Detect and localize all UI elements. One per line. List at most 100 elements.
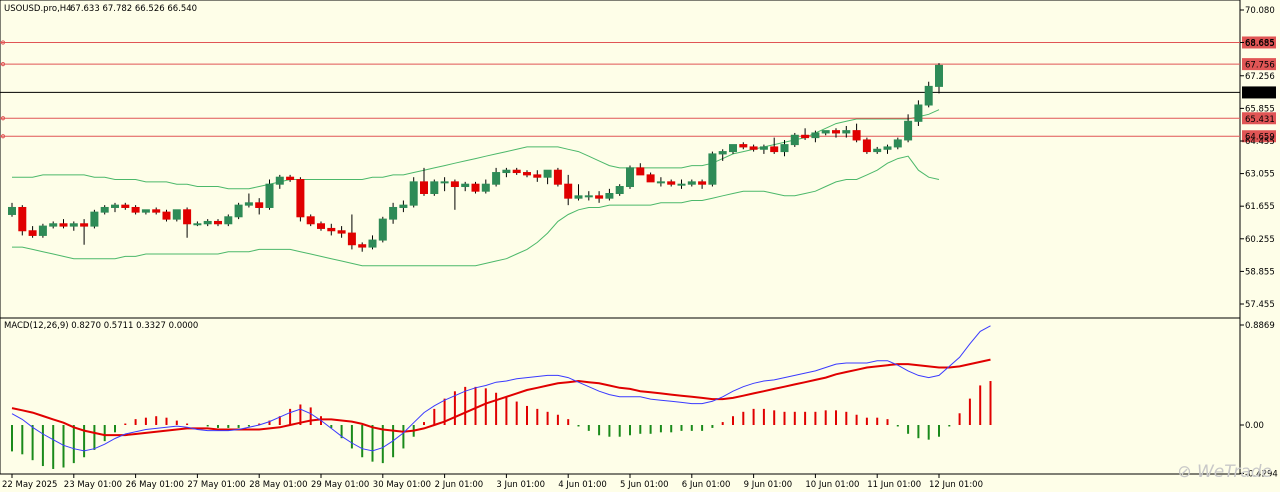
candle-down xyxy=(317,223,325,229)
candle-up xyxy=(883,146,892,150)
candle-up xyxy=(461,183,470,188)
candle-up xyxy=(275,176,284,185)
macd-tick-label: 0.00 xyxy=(1245,421,1264,431)
candle-down xyxy=(852,130,861,141)
candle-up xyxy=(430,181,439,195)
macd-lines xyxy=(11,325,991,452)
watermark: ⊘ WeTrade xyxy=(1177,462,1272,482)
candle-up xyxy=(759,146,768,150)
candle-up xyxy=(244,202,253,206)
candle-down xyxy=(862,139,871,153)
candle-down xyxy=(553,169,562,185)
candle-down xyxy=(80,223,89,227)
time-tick-label: 2 Jun 01:00 xyxy=(435,480,484,490)
candle-up xyxy=(790,134,799,146)
candle-down xyxy=(18,206,27,232)
candle-down xyxy=(450,181,459,188)
time-tick-label: 11 Jun 01:00 xyxy=(867,480,921,490)
candle-down xyxy=(131,206,140,213)
price-tick-label: 61.655 xyxy=(1245,202,1275,212)
candle-up xyxy=(368,239,377,248)
candle-up xyxy=(172,209,181,220)
macd-signal-line xyxy=(11,358,991,437)
candle-up xyxy=(677,183,686,186)
candle-down xyxy=(698,181,707,185)
candle-up xyxy=(842,130,851,134)
time-tick-label: 23 May 01:00 xyxy=(64,480,122,490)
candle-up xyxy=(38,225,47,236)
candle-up xyxy=(378,218,387,241)
candle-up xyxy=(389,206,398,220)
candle-down xyxy=(183,209,192,225)
time-axis: 22 May 2025 23 May 01:00 26 May 01:00 27 Ma… xyxy=(2,474,983,490)
candle-down xyxy=(832,130,840,134)
horizontal-lines[interactable]: 68.68567.75665.43164.65966.540 xyxy=(0,36,1276,143)
candle-up xyxy=(492,172,501,185)
chart-header-ohlc: 67.633 67.782 66.526 66.540 xyxy=(70,4,197,14)
candle-up xyxy=(100,206,109,213)
time-tick-label: 4 Jun 01:00 xyxy=(558,480,607,490)
candle-up xyxy=(203,220,212,225)
candle-down xyxy=(512,169,521,174)
candle-down xyxy=(801,134,810,139)
candle-up xyxy=(873,148,882,153)
bollinger-lower xyxy=(12,155,940,267)
candle-down xyxy=(337,230,346,234)
time-tick-label: 28 May 01:00 xyxy=(249,480,307,490)
level-label: 67.756 xyxy=(1245,61,1275,71)
candle-up xyxy=(574,195,583,199)
candle-up xyxy=(924,85,933,106)
time-tick-label: 30 May 01:00 xyxy=(373,480,431,490)
candle-up xyxy=(8,206,16,215)
candle-down xyxy=(533,174,542,178)
candle-up xyxy=(409,181,418,206)
candle-down xyxy=(28,230,37,236)
candle-down xyxy=(286,176,295,181)
candle-up xyxy=(935,64,943,87)
candle-down xyxy=(327,227,336,232)
macd-panel-frame xyxy=(0,317,1241,475)
candle-down xyxy=(739,144,748,148)
chart-canvas[interactable]: 68.68567.75665.43164.65966.540 70.08068.… xyxy=(0,0,1280,492)
candle-up xyxy=(605,193,614,199)
candle-up xyxy=(440,181,449,184)
time-tick-label: 12 Jun 01:00 xyxy=(929,480,983,490)
level-label: 65.431 xyxy=(1245,115,1275,125)
candle-up xyxy=(502,169,511,174)
price-axis: 70.080 68.685 67.256 65.855 64.455 63.055 61.6… xyxy=(1240,6,1275,310)
price-tick-label: 58.855 xyxy=(1245,267,1275,277)
candle-up xyxy=(49,223,58,227)
candle-down xyxy=(564,183,573,199)
candle-down xyxy=(296,179,305,218)
candle-up xyxy=(893,139,902,148)
candle-up xyxy=(708,153,717,185)
candle-up xyxy=(234,204,243,218)
time-tick-label: 9 Jun 01:00 xyxy=(744,480,793,490)
price-tick-label: 70.080 xyxy=(1245,6,1275,16)
watermark-text: WeTrade xyxy=(1197,462,1272,482)
candle-down xyxy=(595,195,604,199)
candle-up xyxy=(399,204,408,208)
candle-down xyxy=(471,183,480,192)
candle-down xyxy=(646,174,655,183)
macd-histogram xyxy=(11,381,992,469)
macd-tick-label: 0.8869 xyxy=(1245,321,1275,331)
price-tick-label: 65.855 xyxy=(1245,104,1275,114)
candle-down xyxy=(358,244,367,248)
candle-down xyxy=(523,172,531,176)
candle-up xyxy=(821,130,830,134)
candle-up xyxy=(265,183,274,208)
candle-down xyxy=(770,146,779,153)
candle-down xyxy=(59,223,68,227)
candle-up xyxy=(141,209,150,213)
candle-up xyxy=(656,181,665,184)
candle-down xyxy=(214,220,222,225)
candle-up xyxy=(481,183,490,192)
time-tick-label: 22 May 2025 xyxy=(2,480,57,490)
bollinger-upper xyxy=(12,109,940,190)
time-tick-label: 29 May 01:00 xyxy=(311,480,369,490)
candle-up xyxy=(729,144,737,153)
time-tick-label: 26 May 01:00 xyxy=(126,480,184,490)
candle-up xyxy=(687,181,696,185)
candle-down xyxy=(636,167,645,176)
